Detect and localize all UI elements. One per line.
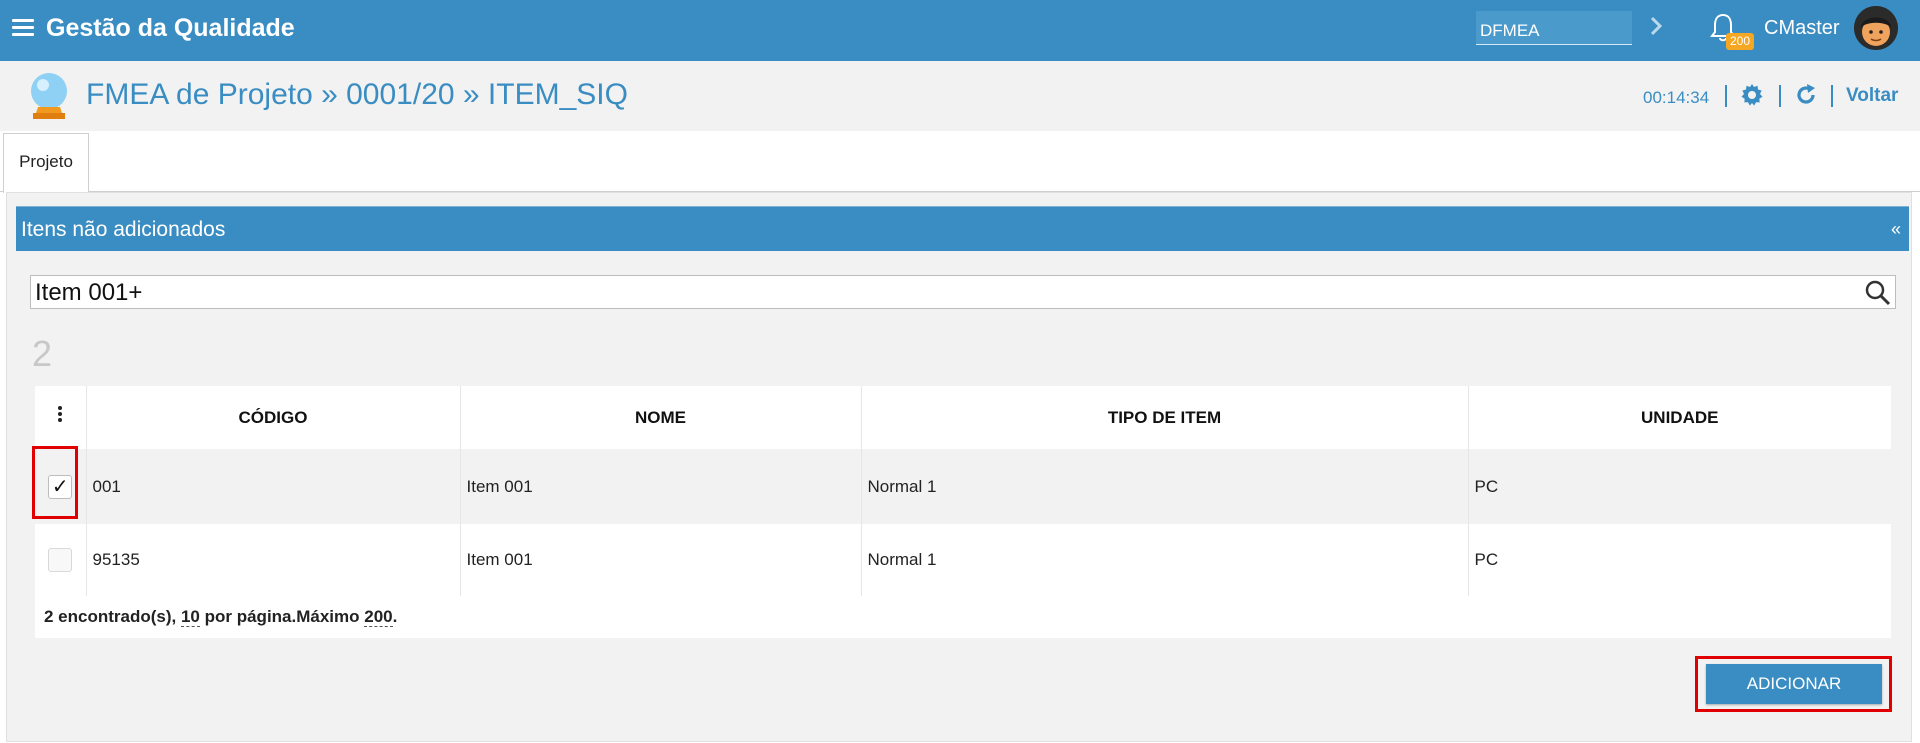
column-header-nome[interactable]: NOME [459, 386, 861, 449]
search-input[interactable] [31, 276, 1851, 308]
cell-nome: Item 001 [459, 449, 861, 524]
per-page-text: por página.Máximo [199, 607, 365, 626]
search-box [30, 275, 1896, 309]
cell-unidade: PC [1467, 524, 1891, 596]
row-checkbox[interactable] [48, 548, 73, 572]
divider [1831, 85, 1833, 107]
avatar[interactable] [1854, 6, 1898, 50]
table-row[interactable]: ✓ 001 Item 001 Normal 1 PC [35, 449, 1891, 524]
checkbox-highlight [32, 446, 78, 519]
divider [1725, 85, 1727, 107]
tab-projeto[interactable]: Projeto [3, 133, 89, 193]
app-title: Gestão da Qualidade [46, 14, 295, 42]
items-table: CÓDIGO NOME TIPO DE ITEM UNIDADE ✓ 001 I… [35, 386, 1891, 638]
row-select-cell [35, 524, 86, 596]
top-bar: Gestão da Qualidade 200 CMaster [0, 0, 1920, 61]
found-text: 2 encontrado(s), [44, 607, 181, 626]
crystal-ball-icon [31, 73, 67, 119]
panel-title: Itens não adicionados [21, 218, 226, 241]
cell-codigo: 95135 [85, 524, 460, 596]
chevron-right-icon[interactable] [1648, 13, 1666, 39]
result-count: 2 [32, 333, 53, 374]
add-button[interactable]: ADICIONAR [1706, 664, 1882, 704]
notification-badge: 200 [1726, 33, 1754, 50]
cell-tipo: Normal 1 [860, 524, 1468, 596]
column-header-tipo[interactable]: TIPO DE ITEM [860, 386, 1468, 449]
table-footer: 2 encontrado(s), 10 por página.Máximo 20… [35, 596, 1891, 638]
search-icon[interactable] [1864, 279, 1891, 306]
pagination-summary: 2 encontrado(s), 10 por página.Máximo 20… [35, 596, 1891, 638]
gear-icon[interactable] [1740, 83, 1764, 107]
cell-codigo: 001 [85, 449, 460, 524]
cell-unidade: PC [1467, 449, 1891, 524]
per-page-value[interactable]: 10 [180, 607, 200, 627]
page-header: FMEA de Projeto » 0001/20 » ITEM_SIQ 00:… [0, 61, 1920, 131]
column-header-codigo[interactable]: CÓDIGO [85, 386, 460, 449]
username[interactable]: CMaster [1764, 17, 1840, 40]
collapse-button[interactable]: « [1891, 219, 1901, 240]
panel-header: Itens não adicionados « [16, 206, 1909, 251]
divider [1779, 85, 1781, 107]
menu-icon[interactable] [12, 19, 34, 37]
tab-bar: Projeto [0, 131, 1920, 193]
back-link[interactable]: Voltar [1846, 85, 1898, 107]
column-header-unidade[interactable]: UNIDADE [1467, 386, 1891, 449]
table-row[interactable]: 95135 Item 001 Normal 1 PC [35, 524, 1891, 596]
breadcrumb: FMEA de Projeto » 0001/20 » ITEM_SIQ [86, 78, 628, 111]
refresh-icon[interactable] [1794, 83, 1818, 107]
kebab-menu-icon[interactable] [57, 406, 63, 424]
footer-end: . [392, 607, 398, 626]
max-value[interactable]: 200 [364, 607, 393, 627]
module-input[interactable] [1476, 11, 1632, 45]
content-area: Itens não adicionados « 2 CÓDIGO NOME TI… [6, 192, 1912, 742]
session-timer: 00:14:34 [1643, 88, 1710, 107]
cell-nome: Item 001 [459, 524, 861, 596]
cell-tipo: Normal 1 [860, 449, 1468, 524]
column-menu[interactable] [35, 386, 86, 449]
